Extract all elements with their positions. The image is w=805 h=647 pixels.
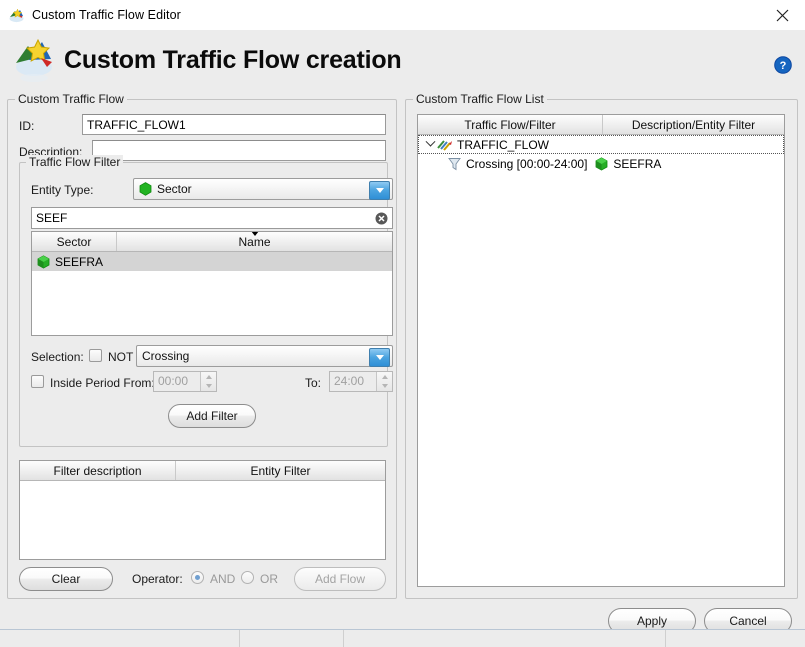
add-flow-button[interactable]: Add Flow [294, 567, 386, 591]
traffic-flow-star-icon [16, 38, 52, 82]
page-title: Custom Traffic Flow creation [64, 45, 402, 74]
operator-label: Operator: [132, 572, 183, 586]
entity-table[interactable]: Sector Name SEEFRA [31, 231, 393, 336]
entity-table-header: Sector Name [32, 232, 392, 252]
selection-combo[interactable]: Crossing [136, 345, 393, 367]
selection-chevron-down-icon[interactable] [369, 348, 390, 367]
inside-period-label: Inside Period From: [50, 376, 155, 390]
inside-period-checkbox[interactable] [31, 375, 44, 388]
page-header: Custom Traffic Flow creation ? [0, 30, 805, 90]
table-row[interactable]: SEEFRA [32, 252, 392, 271]
stepper-up-icon[interactable] [377, 372, 392, 382]
period-from-stepper[interactable] [200, 372, 216, 391]
filter-table-col-entity-filter[interactable]: Entity Filter [175, 461, 385, 480]
custom-traffic-flow-group-title: Custom Traffic Flow [15, 92, 127, 106]
traffic-flow-icon [9, 8, 24, 22]
stepper-down-icon[interactable] [201, 382, 216, 392]
stepper-down-icon[interactable] [377, 382, 392, 392]
dialog-content: Custom Traffic Flow ID: Description: Tra… [0, 90, 805, 634]
chevron-down-icon[interactable] [369, 181, 390, 200]
entity-search-input[interactable]: SEEF [36, 208, 375, 228]
green-cube-icon [596, 156, 608, 171]
entity-type-combo[interactable]: Sector [133, 178, 393, 200]
tree-child-crossing[interactable]: Crossing [00:00-24:00] SEEFRA [418, 154, 784, 173]
filter-table-header: Filter description Entity Filter [20, 461, 385, 481]
entity-type-value: Sector [157, 182, 192, 196]
not-label: NOT [108, 350, 134, 364]
tree-node-label: TRAFFIC_FLOW [457, 137, 549, 152]
period-to-value[interactable]: 24:00 [330, 372, 376, 391]
custom-traffic-flow-list-title: Custom Traffic Flow List [413, 92, 547, 106]
window-title: Custom Traffic Flow Editor [32, 8, 181, 22]
custom-traffic-flow-group: Custom Traffic Flow ID: Description: Tra… [7, 92, 397, 599]
traffic-flow-node-icon [437, 140, 452, 151]
tree-child-label: Crossing [00:00-24:00] [466, 156, 588, 171]
tree-child-entity: SEEFRA [613, 156, 662, 171]
help-icon[interactable]: ? [774, 56, 792, 74]
period-to-spinner[interactable]: 24:00 [329, 371, 393, 392]
add-filter-button[interactable]: Add Filter [168, 404, 256, 428]
period-from-value[interactable]: 00:00 [154, 372, 200, 391]
id-label: ID: [19, 119, 35, 133]
not-checkbox[interactable] [89, 349, 102, 362]
tree-col-description-entity-filter[interactable]: Description/Entity Filter [602, 115, 784, 134]
selection-value: Crossing [142, 349, 190, 363]
status-segment-3 [344, 630, 666, 647]
traffic-flow-filter-group-title: Traffic Flow Filter [26, 155, 124, 169]
custom-traffic-flow-list-group: Custom Traffic Flow List Traffic Flow/Fi… [405, 92, 798, 599]
period-to-stepper[interactable] [376, 372, 392, 391]
green-hex-icon [139, 182, 152, 196]
entity-search-box[interactable]: SEEF [31, 207, 393, 229]
clear-button[interactable]: Clear [19, 567, 113, 591]
close-icon[interactable] [760, 0, 805, 30]
status-segment-4 [666, 630, 805, 647]
clear-icon[interactable] [375, 212, 388, 225]
entity-table-col-name[interactable]: Name [116, 232, 392, 251]
traffic-flow-tree[interactable]: Traffic Flow/Filter Description/Entity F… [417, 114, 785, 587]
selection-label: Selection: [31, 350, 84, 364]
stepper-up-icon[interactable] [201, 372, 216, 382]
operator-or-label: OR [260, 572, 278, 586]
svg-text:?: ? [780, 60, 787, 72]
entity-row-name: SEEFRA [55, 254, 104, 269]
tree-col-traffic-flow-filter[interactable]: Traffic Flow/Filter [418, 115, 602, 134]
status-segment-2 [240, 630, 344, 647]
operator-and-radio[interactable] [191, 571, 204, 584]
entity-type-label: Entity Type: [31, 183, 94, 197]
window-titlebar: Custom Traffic Flow Editor [0, 0, 805, 30]
tree-header: Traffic Flow/Filter Description/Entity F… [418, 115, 784, 135]
entity-table-col-sector[interactable]: Sector [32, 232, 116, 251]
filter-table-col-description[interactable]: Filter description [20, 461, 175, 480]
status-bar [0, 629, 805, 647]
green-cube-icon [37, 254, 50, 269]
id-input[interactable] [82, 114, 386, 135]
operator-and-label: AND [210, 572, 236, 586]
funnel-icon [448, 157, 461, 170]
status-segment-1 [0, 630, 240, 647]
chevron-down-icon[interactable] [423, 138, 437, 152]
entity-table-col-name-label: Name [238, 234, 271, 249]
description-input[interactable] [92, 140, 386, 161]
sort-caret-icon [250, 232, 259, 236]
operator-or-radio[interactable] [241, 571, 254, 584]
period-from-spinner[interactable]: 00:00 [153, 371, 217, 392]
tree-node-traffic-flow[interactable]: TRAFFIC_FLOW [418, 135, 784, 154]
traffic-flow-filter-group: Traffic Flow Filter Entity Type: Sector … [19, 155, 393, 447]
filter-table[interactable]: Filter description Entity Filter [19, 460, 386, 560]
period-to-label: To: [305, 376, 322, 390]
